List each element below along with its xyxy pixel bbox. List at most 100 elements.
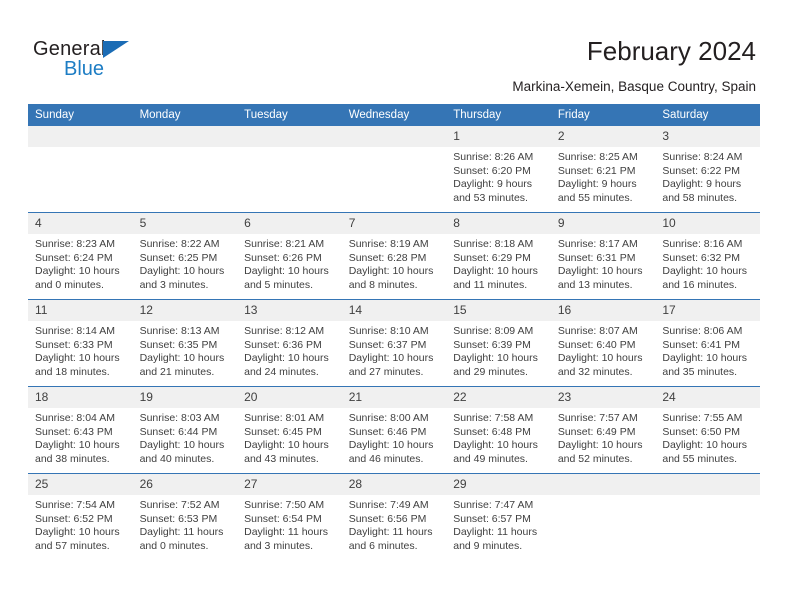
day-number <box>550 474 656 495</box>
day-cell[interactable]: 25 Sunrise: 7:54 AM Sunset: 6:52 PM Dayligh… <box>28 473 133 560</box>
day-cell[interactable] <box>237 126 342 213</box>
sunrise-text: Sunrise: 8:03 AM <box>139 412 220 424</box>
sunset-text: Sunset: 6:37 PM <box>348 338 427 351</box>
day-cell[interactable]: 9 Sunrise: 8:17 AM Sunset: 6:31 PM Daylight… <box>550 212 656 300</box>
day-cell[interactable]: 10 Sunrise: 8:16 AM Sunset: 6:32 PM Dayligh… <box>655 212 760 300</box>
day-info: Sunrise: 8:21 AM Sunset: 6:26 PM Daylight:… <box>237 234 342 292</box>
sunrise-text: Sunrise: 8:09 AM <box>453 325 534 337</box>
sunset-text: Sunset: 6:44 PM <box>139 425 218 438</box>
sunrise-text: Sunrise: 8:04 AM <box>35 412 115 424</box>
daylight-text-line2: and 11 minutes. <box>453 278 528 291</box>
day-cell[interactable]: 18 Sunrise: 8:04 AM Sunset: 6:43 PM Dayligh… <box>28 386 133 474</box>
day-cell[interactable]: 24 Sunrise: 7:55 AM Sunset: 6:50 PM Dayligh… <box>655 386 760 474</box>
day-cell[interactable]: 12 Sunrise: 8:13 AM Sunset: 6:35 PM Dayligh… <box>132 299 238 387</box>
sunrise-text: Sunrise: 8:12 AM <box>244 325 325 337</box>
day-number: 23 <box>550 387 656 408</box>
daylight-text-line2: and 49 minutes. <box>453 452 528 465</box>
day-info: Sunrise: 8:18 AM Sunset: 6:29 PM Daylight:… <box>446 234 551 292</box>
sunset-text: Sunset: 6:45 PM <box>244 425 322 438</box>
day-number: 11 <box>28 300 133 321</box>
day-cell[interactable]: 7 Sunrise: 8:19 AM Sunset: 6:28 PM Daylight… <box>341 212 447 300</box>
sunset-text: Sunset: 6:28 PM <box>348 251 427 264</box>
calendar-header-row: Sunday Monday Tuesday Wednesday Thursday… <box>28 104 760 126</box>
day-cell[interactable]: 14 Sunrise: 8:10 AM Sunset: 6:37 PM Dayligh… <box>341 299 447 387</box>
day-number: 9 <box>550 213 656 234</box>
day-cell[interactable]: 17 Sunrise: 8:06 AM Sunset: 6:41 PM Dayligh… <box>655 299 760 387</box>
weekday-header-tuesday: Tuesday <box>237 104 342 126</box>
daylight-text-line1: Daylight: 10 hours <box>35 526 120 539</box>
day-cell[interactable]: 20 Sunrise: 8:01 AM Sunset: 6:45 PM Dayligh… <box>237 386 342 474</box>
day-cell[interactable]: 23 Sunrise: 7:57 AM Sunset: 6:49 PM Dayligh… <box>550 386 656 474</box>
day-cell[interactable] <box>550 473 656 560</box>
sunrise-text: Sunrise: 7:55 AM <box>662 412 743 424</box>
day-cell[interactable] <box>655 473 760 560</box>
day-info: Sunrise: 8:25 AM Sunset: 6:21 PM Daylight:… <box>551 147 656 205</box>
day-info <box>655 495 760 499</box>
day-cell[interactable]: 19 Sunrise: 8:03 AM Sunset: 6:44 PM Dayligh… <box>132 386 238 474</box>
day-number: 28 <box>341 474 447 495</box>
day-cell[interactable] <box>132 126 238 213</box>
sunrise-text: Sunrise: 8:13 AM <box>139 325 220 337</box>
sunset-text: Sunset: 6:50 PM <box>662 425 741 438</box>
day-info: Sunrise: 7:54 AM Sunset: 6:52 PM Daylight:… <box>28 495 133 553</box>
sunrise-text: Sunrise: 8:10 AM <box>348 325 429 337</box>
day-cell[interactable]: 4 Sunrise: 8:23 AM Sunset: 6:24 PM Daylight… <box>28 212 133 300</box>
sunrise-text: Sunrise: 8:06 AM <box>662 325 743 337</box>
daylight-text-line1: Daylight: 11 hours <box>453 526 538 539</box>
weekday-header-saturday: Saturday <box>655 104 760 126</box>
day-cell[interactable]: 1 Sunrise: 8:26 AM Sunset: 6:20 PM Daylight… <box>446 126 551 213</box>
daylight-text-line2: and 38 minutes. <box>35 452 110 465</box>
day-cell[interactable] <box>341 126 447 213</box>
sunset-text: Sunset: 6:52 PM <box>35 512 113 525</box>
daylight-text-line1: Daylight: 10 hours <box>662 265 748 278</box>
daylight-text-line1: Daylight: 10 hours <box>139 265 225 278</box>
day-info: Sunrise: 8:10 AM Sunset: 6:37 PM Daylight:… <box>342 321 447 379</box>
day-info: Sunrise: 8:16 AM Sunset: 6:32 PM Daylight:… <box>655 234 760 292</box>
day-info: Sunrise: 8:09 AM Sunset: 6:39 PM Daylight:… <box>446 321 551 379</box>
daylight-text-line2: and 35 minutes. <box>662 365 738 378</box>
sunset-text: Sunset: 6:33 PM <box>35 338 113 351</box>
day-info: Sunrise: 7:58 AM Sunset: 6:48 PM Daylight:… <box>446 408 551 466</box>
day-cell[interactable]: 6 Sunrise: 8:21 AM Sunset: 6:26 PM Daylight… <box>237 212 342 300</box>
day-cell[interactable]: 15 Sunrise: 8:09 AM Sunset: 6:39 PM Dayligh… <box>446 299 551 387</box>
day-number: 17 <box>655 300 760 321</box>
day-cell[interactable]: 26 Sunrise: 7:52 AM Sunset: 6:53 PM Dayligh… <box>132 473 238 560</box>
day-cell[interactable]: 5 Sunrise: 8:22 AM Sunset: 6:25 PM Daylight… <box>132 212 238 300</box>
day-cell[interactable]: 22 Sunrise: 7:58 AM Sunset: 6:48 PM Dayligh… <box>446 386 551 474</box>
day-cell[interactable]: 11 Sunrise: 8:14 AM Sunset: 6:33 PM Dayligh… <box>28 299 133 387</box>
day-cell[interactable]: 16 Sunrise: 8:07 AM Sunset: 6:40 PM Dayligh… <box>550 299 656 387</box>
day-info: Sunrise: 8:00 AM Sunset: 6:46 PM Daylight:… <box>342 408 447 466</box>
calendar-week-row: 11 Sunrise: 8:14 AM Sunset: 6:33 PM Dayligh… <box>28 299 760 387</box>
day-cell[interactable]: 27 Sunrise: 7:50 AM Sunset: 6:54 PM Dayligh… <box>237 473 342 560</box>
sunrise-text: Sunrise: 8:18 AM <box>453 238 534 250</box>
sunrise-text: Sunrise: 8:25 AM <box>557 151 638 163</box>
day-info: Sunrise: 8:22 AM Sunset: 6:25 PM Daylight:… <box>133 234 238 292</box>
daylight-text-line2: and 27 minutes. <box>348 365 424 378</box>
weekday-header-monday: Monday <box>132 104 238 126</box>
sunset-text: Sunset: 6:39 PM <box>453 338 531 351</box>
daylight-text-line1: Daylight: 10 hours <box>453 265 538 278</box>
page-header: General Blue February 2024 Markina-Xemei… <box>0 0 792 100</box>
sunrise-text: Sunrise: 8:16 AM <box>662 238 743 250</box>
sunrise-text: Sunrise: 7:50 AM <box>244 499 325 511</box>
day-cell[interactable]: 21 Sunrise: 8:00 AM Sunset: 6:46 PM Dayligh… <box>341 386 447 474</box>
day-cell[interactable] <box>28 126 133 213</box>
day-cell[interactable]: 3 Sunrise: 8:24 AM Sunset: 6:22 PM Daylight… <box>655 126 760 213</box>
day-cell[interactable]: 13 Sunrise: 8:12 AM Sunset: 6:36 PM Dayligh… <box>237 299 342 387</box>
daylight-text-line1: Daylight: 10 hours <box>557 439 643 452</box>
daylight-text-line2: and 24 minutes. <box>244 365 319 378</box>
sunrise-text: Sunrise: 7:54 AM <box>35 499 115 511</box>
day-number: 7 <box>341 213 447 234</box>
day-info: Sunrise: 8:07 AM Sunset: 6:40 PM Daylight:… <box>551 321 656 379</box>
daylight-text-line2: and 6 minutes. <box>348 539 418 552</box>
day-cell[interactable]: 29 Sunrise: 7:47 AM Sunset: 6:57 PM Dayligh… <box>446 473 551 560</box>
daylight-text-line1: Daylight: 11 hours <box>139 526 224 539</box>
sunrise-text: Sunrise: 8:01 AM <box>244 412 325 424</box>
day-cell[interactable]: 8 Sunrise: 8:18 AM Sunset: 6:29 PM Daylight… <box>446 212 551 300</box>
sunrise-sunset-calendar: Sunday Monday Tuesday Wednesday Thursday… <box>28 104 760 560</box>
sunset-text: Sunset: 6:40 PM <box>557 338 636 351</box>
day-info: Sunrise: 7:50 AM Sunset: 6:54 PM Daylight:… <box>237 495 342 553</box>
day-cell[interactable]: 28 Sunrise: 7:49 AM Sunset: 6:56 PM Dayligh… <box>341 473 447 560</box>
day-cell[interactable]: 2 Sunrise: 8:25 AM Sunset: 6:21 PM Daylight… <box>550 126 656 213</box>
day-number: 18 <box>28 387 133 408</box>
